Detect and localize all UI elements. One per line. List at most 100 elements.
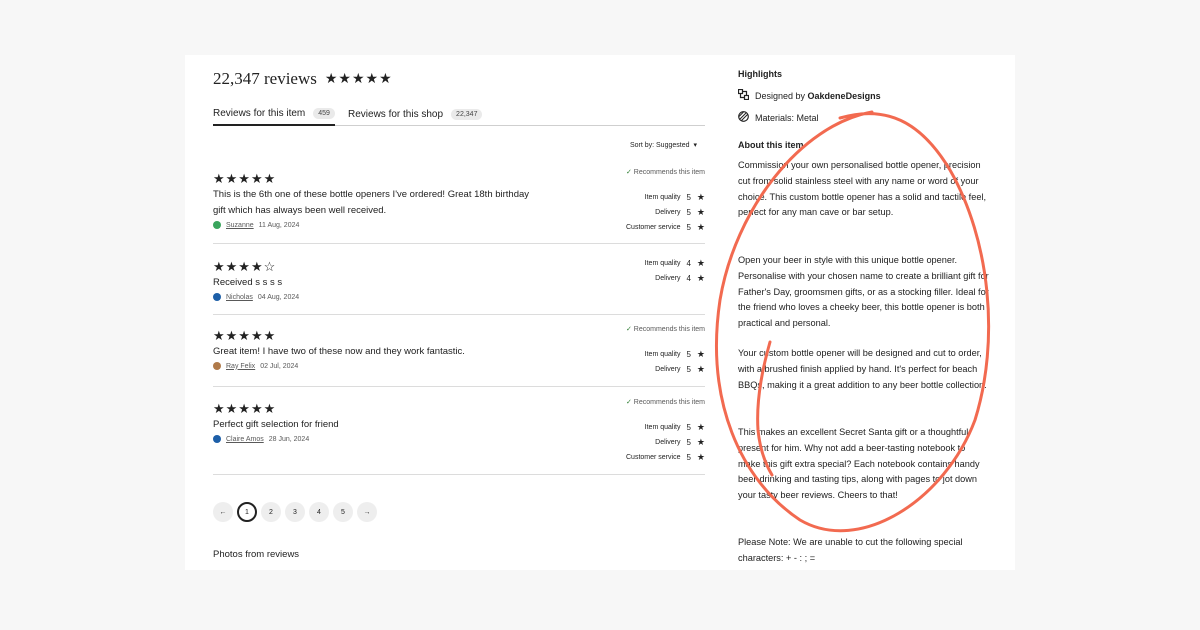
- reviews-section: 22,347 reviews ★★★★★ Reviews for this it…: [213, 55, 705, 570]
- recommends-text: Recommends this item: [633, 169, 705, 176]
- rating-value: 5: [686, 193, 691, 202]
- page-1-button[interactable]: 1: [237, 502, 257, 522]
- rating-value: 5: [686, 223, 691, 232]
- author-name-link[interactable]: Nicholas: [226, 294, 253, 301]
- rating-breakdown: Item quality 5 ★ Delivery 5 ★: [645, 347, 705, 377]
- rating-row: Customer service 5 ★: [626, 220, 705, 235]
- review-count-header: 22,347 reviews ★★★★★: [213, 69, 393, 89]
- rating-label: Item quality: [644, 260, 681, 267]
- star-icon: ★: [696, 422, 705, 432]
- check-icon: ✓: [625, 169, 632, 176]
- chevron-down-icon: ▾: [693, 142, 697, 149]
- prev-page-button[interactable]: ←: [213, 502, 233, 522]
- designer-name-link[interactable]: OakdeneDesigns: [808, 91, 881, 101]
- rating-row: Customer service 5 ★: [626, 450, 705, 465]
- page-5-button[interactable]: 5: [333, 502, 353, 522]
- star-icon: ★: [696, 364, 705, 374]
- rating-value: 5: [686, 438, 691, 447]
- rating-row: Delivery 5 ★: [626, 205, 705, 220]
- avatar: [213, 221, 221, 229]
- rating-value: 5: [686, 208, 691, 217]
- rating-value: 5: [686, 423, 691, 432]
- rating-row: Delivery 5 ★: [645, 362, 705, 377]
- rating-label: Delivery: [655, 275, 681, 282]
- review-stars: ★★★★★: [213, 171, 277, 186]
- star-icon: ★: [696, 222, 705, 232]
- about-paragraph: Your custom bottle opener will be design…: [738, 348, 987, 390]
- materials-icon: [738, 111, 749, 124]
- recommends-text: Recommends this item: [633, 326, 705, 333]
- review-text: Great item! I have two of these now and …: [213, 346, 465, 357]
- review-item: ★★★★☆ Received s s s s Nicholas 04 Aug, …: [213, 256, 705, 315]
- review-author: Claire Amos 28 Jun, 2024: [213, 435, 309, 443]
- review-text: This is the 6th one of these bottle open…: [213, 189, 530, 216]
- tab-label: Reviews for this item: [213, 108, 306, 119]
- recommends-label: ✓ Recommends this item: [626, 168, 705, 176]
- tab-reviews-item[interactable]: Reviews for this item 459: [213, 103, 335, 126]
- highlights-heading: Highlights: [738, 69, 782, 79]
- check-icon: ✓: [625, 326, 632, 333]
- rating-row: Item quality 5 ★: [626, 420, 705, 435]
- star-icon: ★: [696, 192, 705, 202]
- page-2-button[interactable]: 2: [261, 502, 281, 522]
- rating-row: Delivery 5 ★: [626, 435, 705, 450]
- star-icon: ★: [696, 437, 705, 447]
- rating-label: Customer service: [626, 224, 681, 231]
- author-name-link[interactable]: Suzanne: [226, 222, 254, 229]
- rating-label: Customer service: [626, 454, 681, 461]
- review-date: 02 Jul, 2024: [260, 362, 299, 370]
- review-author: Suzanne 11 Aug, 2024: [213, 221, 299, 229]
- pagination: ← 1 2 3 4 5 →: [213, 502, 377, 522]
- designed-by-text: Designed by OakdeneDesigns: [755, 91, 881, 101]
- recommends-label: ✓ Recommends this item: [626, 325, 705, 333]
- rating-label: Item quality: [644, 194, 681, 201]
- about-paragraph: Open your beer in style with this unique…: [738, 255, 989, 329]
- avatar: [213, 435, 221, 443]
- review-item: ★★★★★ Perfect gift selection for friend …: [213, 398, 705, 475]
- check-icon: ✓: [625, 399, 632, 406]
- next-page-button[interactable]: →: [357, 502, 377, 522]
- review-stars: ★★★★★: [213, 328, 277, 343]
- star-icon: ★: [696, 207, 705, 217]
- rating-label: Item quality: [644, 351, 681, 358]
- review-tabs: Reviews for this item 459 Reviews for th…: [213, 99, 705, 126]
- designed-by-row: Designed by OakdeneDesigns: [737, 88, 881, 102]
- page-4-button[interactable]: 4: [309, 502, 329, 522]
- sort-dropdown[interactable]: Sort by: Suggested ▾: [630, 141, 697, 150]
- rating-value: 5: [686, 365, 691, 374]
- avatar: [213, 293, 221, 301]
- rating-value: 4: [686, 274, 691, 283]
- about-paragraph: This makes an excellent Secret Santa gif…: [738, 427, 980, 501]
- review-date: 04 Aug, 2024: [257, 293, 300, 301]
- rating-row: Delivery 4 ★: [645, 271, 705, 286]
- star-icon: ★: [696, 452, 705, 462]
- rating-breakdown: Item quality 4 ★ Delivery 4 ★: [645, 256, 705, 286]
- rating-row: Item quality 5 ★: [626, 190, 705, 205]
- rating-label: Delivery: [655, 439, 681, 446]
- item-details-section: Highlights Designed by OakdeneDesigns Ma…: [737, 55, 993, 570]
- rating-row: Item quality 4 ★: [645, 256, 705, 271]
- star-icon: ★: [696, 273, 705, 283]
- about-heading: About this item: [738, 140, 804, 150]
- recommends-label: ✓ Recommends this item: [626, 398, 705, 406]
- author-name-link[interactable]: Claire Amos: [226, 436, 264, 443]
- page-3-button[interactable]: 3: [285, 502, 305, 522]
- rating-label: Delivery: [655, 209, 681, 216]
- tab-reviews-shop[interactable]: Reviews for this shop 22,347: [348, 103, 483, 125]
- star-icon: ★: [696, 349, 705, 359]
- review-author: Ray Felix 02 Jul, 2024: [213, 362, 298, 370]
- review-author: Nicholas 04 Aug, 2024: [213, 293, 299, 301]
- review-text: Perfect gift selection for friend: [213, 419, 339, 430]
- tab-count-badge: 459: [313, 108, 335, 119]
- review-stars: ★★★★☆: [213, 259, 277, 274]
- about-paragraph: Please Note: We are unable to cut the fo…: [738, 537, 963, 563]
- materials-row: Materials: Metal: [738, 111, 819, 124]
- review-date: 11 Aug, 2024: [258, 221, 300, 229]
- materials-text: Materials: Metal: [755, 112, 819, 123]
- rating-breakdown: Item quality 5 ★ Delivery 5 ★ Customer s…: [626, 190, 705, 235]
- overall-stars: ★★★★★: [324, 71, 393, 87]
- star-icon: ★: [696, 258, 705, 268]
- rating-value: 5: [686, 453, 691, 462]
- author-name-link[interactable]: Ray Felix: [226, 363, 255, 370]
- rating-label: Item quality: [644, 424, 681, 431]
